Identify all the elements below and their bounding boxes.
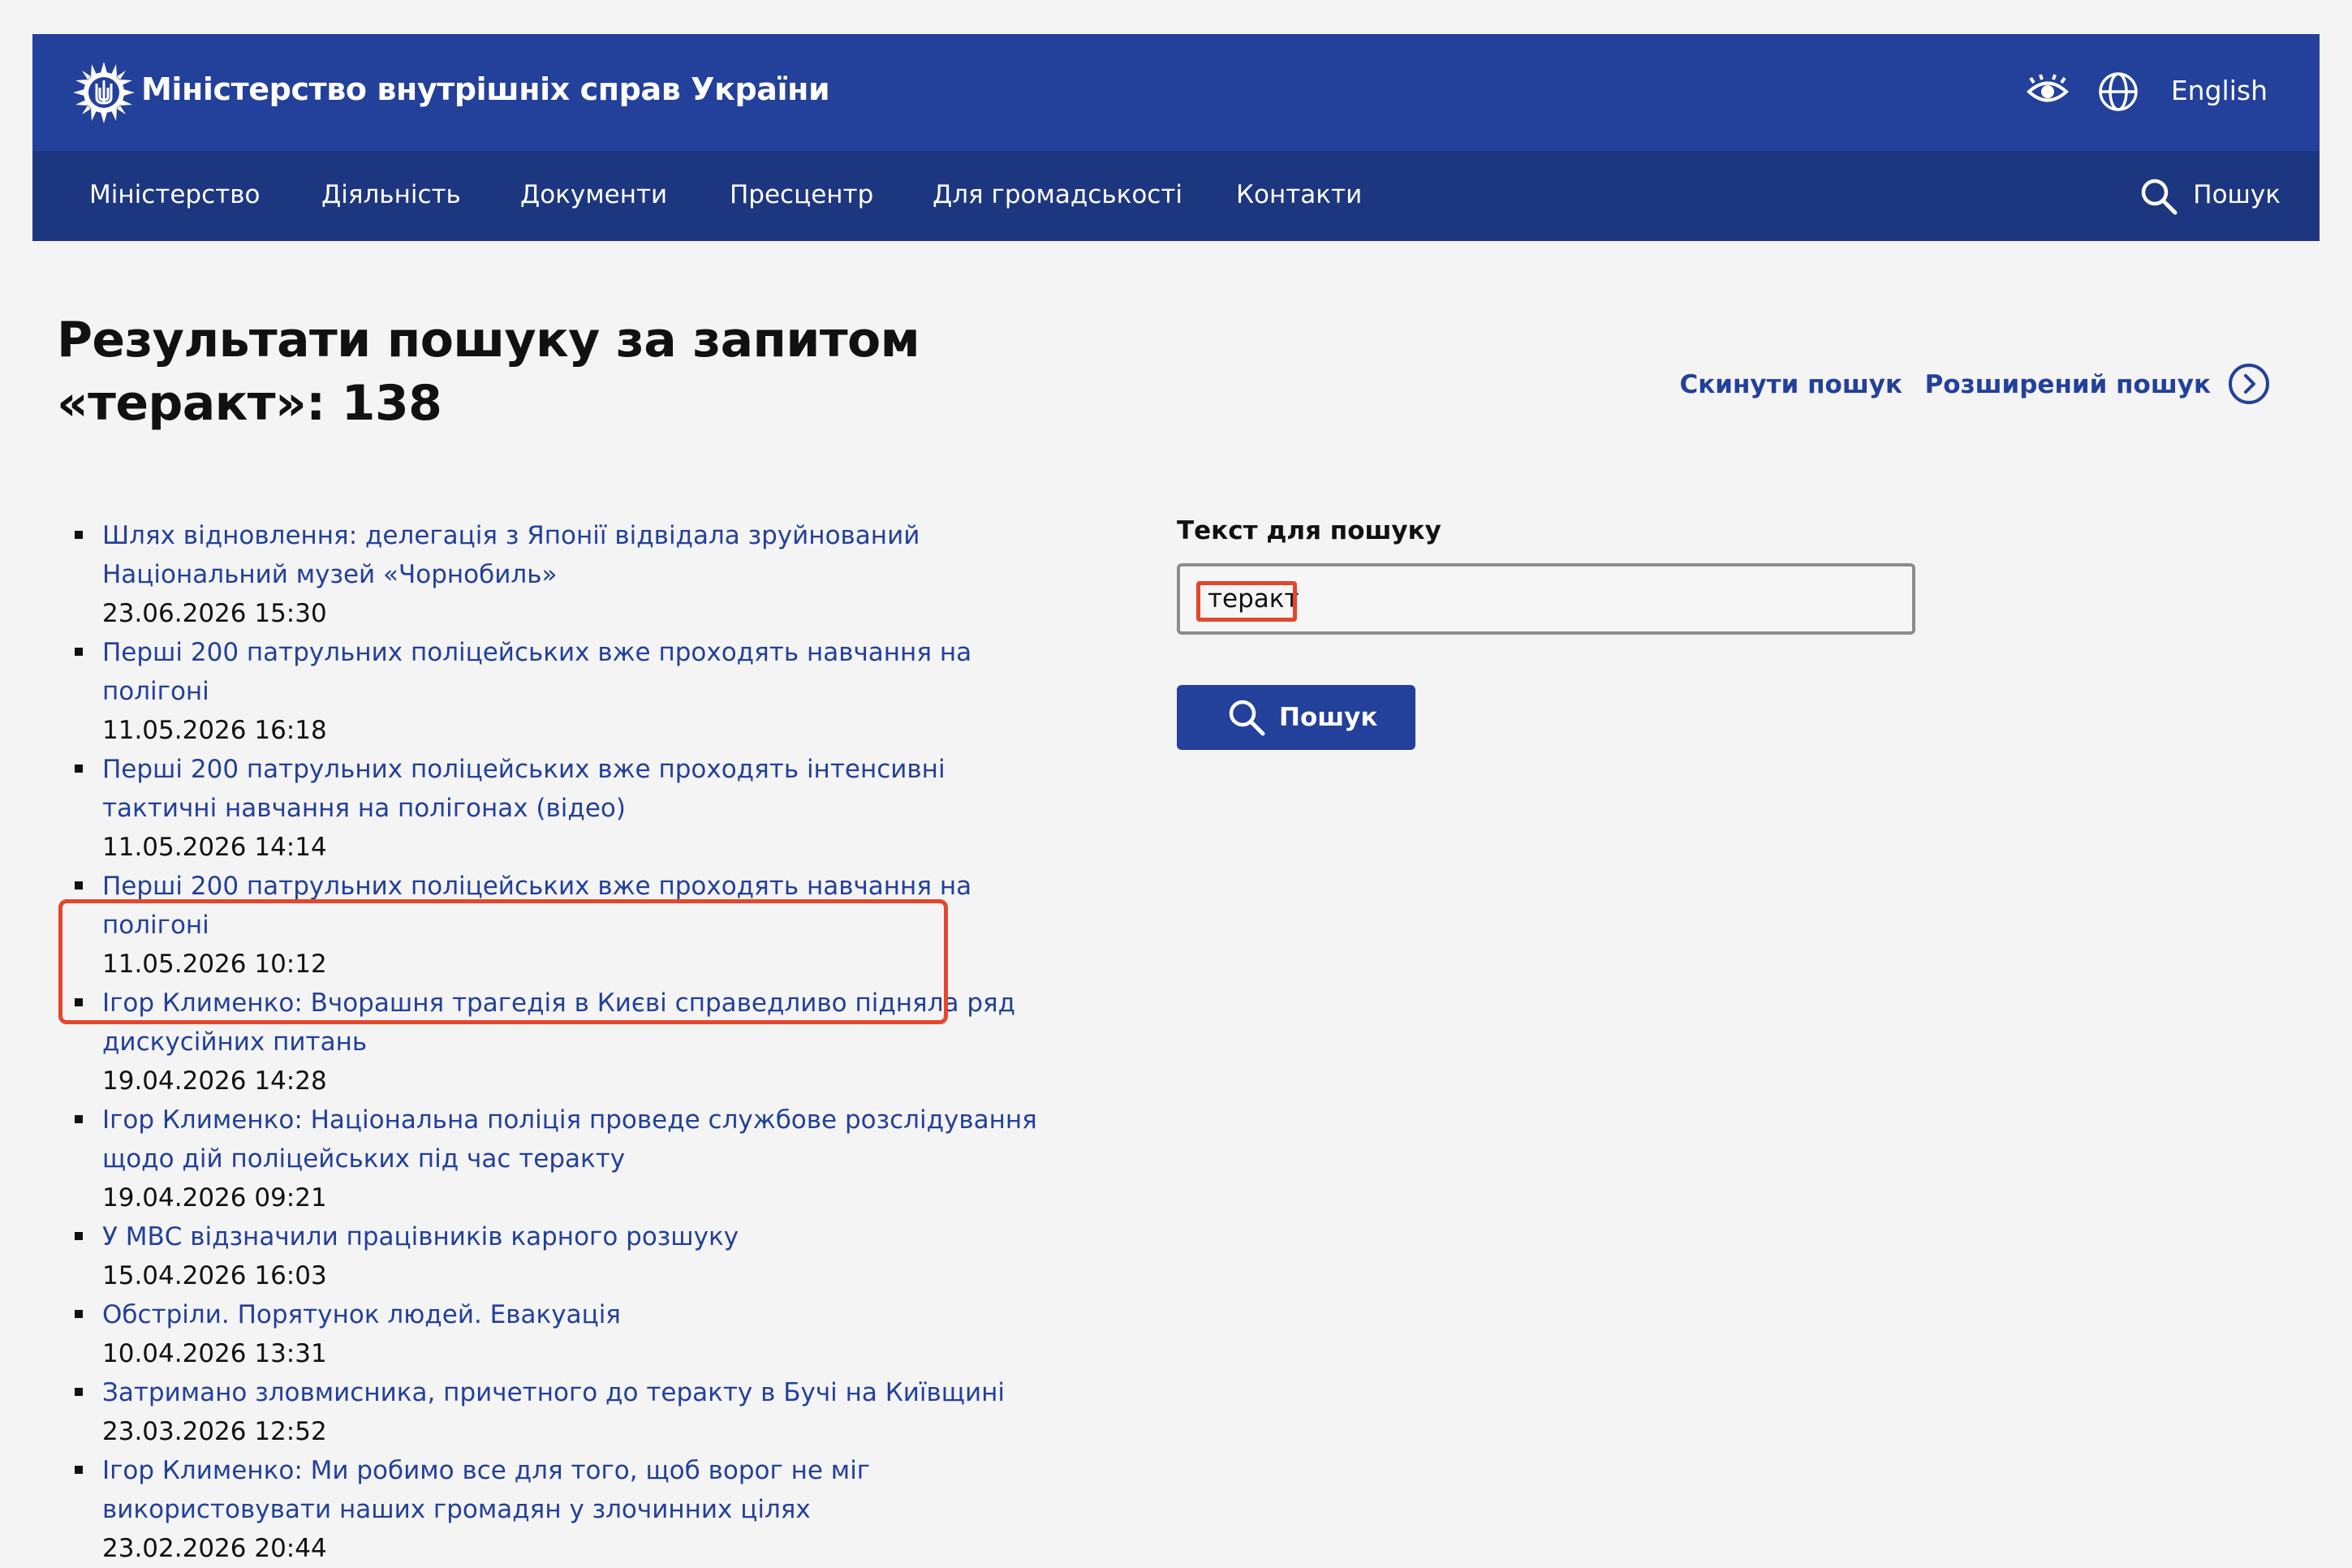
result-date: 11.05.2026 16:18 <box>102 716 327 745</box>
advanced-search-link[interactable]: Розширений пошук <box>1925 370 2211 399</box>
ministry-emblem-icon[interactable] <box>71 60 136 125</box>
reset-search-link[interactable]: Скинути пошук <box>1679 370 1902 399</box>
site-title[interactable]: Міністерство внутрішніх справ України <box>141 71 830 107</box>
nav-item-ministry[interactable]: Міністерство <box>89 180 260 209</box>
nav-item-contacts[interactable]: Контакти <box>1236 180 1362 209</box>
nav-search-link[interactable]: Пошук <box>2193 180 2281 209</box>
main-nav: Міністерство Діяльність Документи Пресце… <box>32 151 2320 241</box>
result-link[interactable]: Перші 200 патрульних поліцейських вже пр… <box>102 750 1063 828</box>
nav-item-documents[interactable]: Документи <box>520 180 667 209</box>
result-link[interactable]: Перші 200 патрульних поліцейських вже пр… <box>102 633 1063 711</box>
list-item: Шлях відновлення: делегація з Японії від… <box>57 516 1063 633</box>
nav-item-for-public[interactable]: Для громадськості <box>933 180 1182 209</box>
accessibility-eye-icon[interactable] <box>2026 71 2070 112</box>
list-item: Ігор Клименко: Національна поліція прове… <box>57 1101 1063 1217</box>
search-icon <box>1229 700 1265 736</box>
search-input-wrapper <box>1177 563 1915 635</box>
chevron-right-circle-icon[interactable] <box>2227 362 2271 406</box>
result-link[interactable]: Шлях відновлення: делегація з Японії від… <box>102 516 1063 594</box>
language-switch-link[interactable]: English <box>2171 75 2268 106</box>
result-link[interactable]: Перші 200 патрульних поліцейських вже пр… <box>102 867 1063 945</box>
result-date: 15.04.2026 16:03 <box>102 1261 327 1290</box>
search-form: Текст для пошуку Пошук <box>1177 516 1915 750</box>
list-item: У МВС відзначили працівників карного роз… <box>57 1217 1063 1295</box>
search-text-label: Текст для пошуку <box>1177 516 1441 545</box>
result-date: 23.06.2026 15:30 <box>102 599 327 628</box>
result-link[interactable]: Ігор Клименко: Національна поліція прове… <box>102 1101 1063 1178</box>
list-item: Перші 200 патрульних поліцейських вже пр… <box>57 750 1063 867</box>
list-item: Обстріли. Порятунок людей. Евакуація 10.… <box>57 1295 1063 1373</box>
nav-item-activity[interactable]: Діяльність <box>321 180 461 209</box>
list-item: Затримано зловмисника, причетного до тер… <box>57 1373 1063 1451</box>
globe-icon[interactable] <box>2097 71 2139 113</box>
search-input[interactable] <box>1177 563 1915 635</box>
result-date: 23.03.2026 12:52 <box>102 1417 327 1446</box>
result-date: 19.04.2026 09:21 <box>102 1183 327 1213</box>
top-bar: Міністерство внутрішніх справ України En… <box>32 34 2320 151</box>
result-link[interactable]: У МВС відзначили працівників карного роз… <box>102 1217 1063 1256</box>
result-link[interactable]: Затримано зловмисника, причетного до тер… <box>102 1373 1063 1412</box>
search-results-list: Шлях відновлення: делегація з Японії від… <box>57 516 1063 1568</box>
result-link[interactable]: Обстріли. Порятунок людей. Евакуація <box>102 1295 1063 1334</box>
list-item: Ігор Клименко: Ми робимо все для того, щ… <box>57 1451 1063 1568</box>
result-link[interactable]: Ігор Клименко: Ми робимо все для того, щ… <box>102 1451 1063 1529</box>
result-date: 19.04.2026 14:28 <box>102 1066 327 1096</box>
site-header: Міністерство внутрішніх справ України En… <box>32 34 2320 241</box>
result-date: 11.05.2026 10:12 <box>102 950 327 979</box>
list-item: Ігор Клименко: Вчорашня трагедія в Києві… <box>57 984 1063 1101</box>
result-date: 11.05.2026 14:14 <box>102 833 327 862</box>
result-date: 10.04.2026 13:31 <box>102 1339 327 1368</box>
search-button-label: Пошук <box>1279 703 1378 732</box>
search-icon[interactable] <box>2139 177 2178 216</box>
list-item: Перші 200 патрульних поліцейських вже пр… <box>57 633 1063 750</box>
nav-item-press-center[interactable]: Пресцентр <box>730 180 873 209</box>
page-title: Результати пошуку за запитом «теракт»: 1… <box>57 312 920 432</box>
result-link[interactable]: Ігор Клименко: Вчорашня трагедія в Києві… <box>102 984 1063 1062</box>
list-item: Перші 200 патрульних поліцейських вже пр… <box>57 867 1063 984</box>
search-button[interactable]: Пошук <box>1177 685 1415 750</box>
